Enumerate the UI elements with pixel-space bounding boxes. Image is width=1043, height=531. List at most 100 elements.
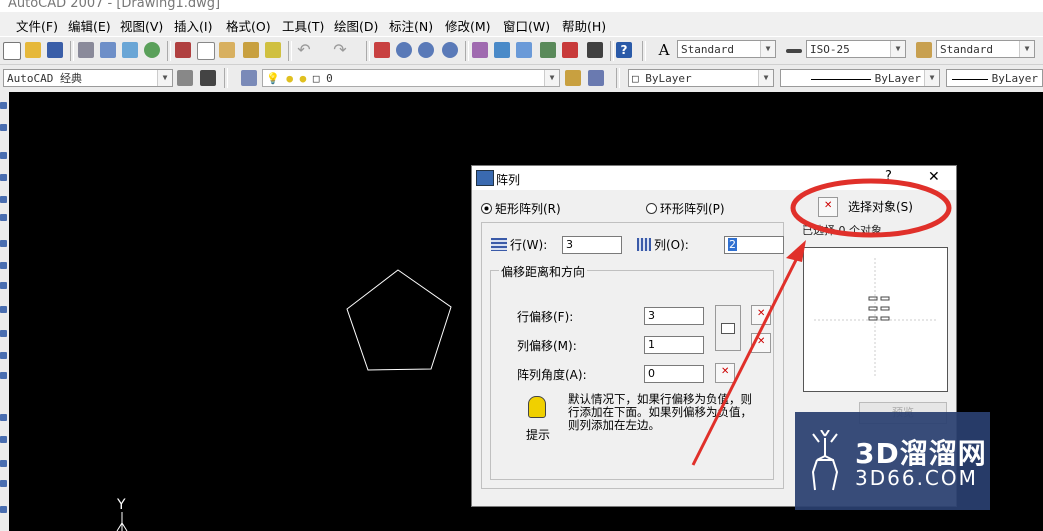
layer-manager-icon[interactable]	[241, 70, 257, 86]
calculator-icon[interactable]	[587, 42, 603, 58]
help-icon[interactable]: ?	[616, 42, 632, 58]
columns-icon	[637, 238, 651, 251]
lineweight-select[interactable]: ByLayer	[946, 69, 1043, 87]
table-style-icon	[916, 42, 932, 58]
zoom-realtime-icon[interactable]	[396, 42, 412, 58]
print-preview-icon[interactable]	[100, 42, 116, 58]
color-select[interactable]: □ ByLayer ▼	[628, 69, 774, 87]
ellipse-arc-icon[interactable]	[0, 330, 7, 337]
ellipse-icon[interactable]	[0, 306, 7, 313]
menu-modify[interactable]: 修改(M)	[445, 16, 491, 35]
insert-block-icon[interactable]	[0, 352, 7, 359]
pick-row-offset-button[interactable]: ✕	[751, 305, 771, 325]
point-icon[interactable]	[0, 414, 7, 421]
pick-both-offsets-button[interactable]	[715, 305, 741, 351]
menu-file[interactable]: 文件(F)	[16, 16, 58, 35]
copy-icon[interactable]	[197, 42, 215, 60]
select-objects-button[interactable]: ✕	[818, 197, 838, 217]
menu-insert[interactable]: 插入(I)	[174, 16, 212, 35]
array-parameters-group: 行(W): 3 列(O): 2 偏移距离和方向 行偏移(F): 3 列偏移(M)…	[481, 222, 784, 489]
arc-icon[interactable]	[0, 214, 7, 221]
table-style-select[interactable]: Standard ▼	[936, 40, 1035, 58]
pick-angle-button[interactable]: ✕	[715, 363, 735, 383]
zoom-window-icon[interactable]	[418, 42, 434, 58]
ucs-y-label: Y	[117, 497, 126, 513]
rectangle-icon[interactable]	[0, 196, 7, 203]
menu-format[interactable]: 格式(O)	[226, 16, 271, 35]
undo-icon[interactable]: ↶	[296, 42, 312, 58]
properties-icon[interactable]	[472, 42, 488, 58]
pan-icon[interactable]	[374, 42, 390, 58]
columns-input[interactable]: 2	[724, 236, 784, 254]
tip-text-line-3: 则列添加在左边。	[568, 418, 660, 432]
make-current-layer-icon[interactable]	[565, 70, 581, 86]
layer-previous-icon[interactable]	[588, 70, 604, 86]
dialog-close-button[interactable]: ✕	[928, 169, 940, 185]
revision-cloud-icon[interactable]	[0, 262, 7, 269]
properties-toolbar: AutoCAD 经典 ▼ 💡 ● ● □ 0 ▼ □ ByLayer ▼ ByLaye…	[0, 64, 1043, 92]
menu-window[interactable]: 窗口(W)	[503, 16, 550, 35]
open-file-icon[interactable]	[25, 42, 41, 58]
column-offset-input[interactable]: 1	[644, 336, 704, 354]
pick-column-offset-button[interactable]: ✕	[751, 333, 771, 353]
standard-toolbar: ↶ ↷ ? A Standard ▼ ISO-25 ▼ Standard ▼	[0, 36, 1043, 65]
layer-lock-icon: ●	[299, 72, 307, 85]
match-properties-icon[interactable]	[243, 42, 259, 58]
menu-bar: 文件(F) 编辑(E) 视图(V) 插入(I) 格式(O) 工具(T) 绘图(D…	[0, 12, 1043, 36]
rows-input[interactable]: 3	[562, 236, 622, 254]
spline-icon[interactable]	[0, 282, 7, 289]
layer-color-icon: □	[312, 72, 320, 85]
circle-icon[interactable]	[0, 240, 7, 247]
menu-edit[interactable]: 编辑(E)	[68, 16, 111, 35]
line-tool-icon[interactable]	[0, 102, 7, 109]
polar-array-label: 环形阵列(P)	[660, 202, 725, 216]
save-workspace-icon[interactable]	[200, 70, 216, 86]
zoom-previous-icon[interactable]	[442, 42, 458, 58]
menu-view[interactable]: 视图(V)	[120, 16, 163, 35]
menu-tools[interactable]: 工具(T)	[282, 16, 324, 35]
text-style-select[interactable]: Standard ▼	[677, 40, 776, 58]
polar-array-radio[interactable]	[646, 203, 657, 214]
dialog-help-button[interactable]: ?	[885, 169, 892, 184]
polyline-icon[interactable]	[0, 152, 7, 159]
design-center-icon[interactable]	[494, 42, 510, 58]
cut-icon[interactable]	[175, 42, 191, 58]
menu-help[interactable]: 帮助(H)	[562, 16, 606, 35]
preview-graphic	[814, 258, 937, 378]
layer-select[interactable]: 💡 ● ● □ 0 ▼	[262, 69, 560, 87]
menu-dimension[interactable]: 标注(N)	[389, 16, 433, 35]
multiline-text-icon[interactable]	[0, 506, 7, 513]
markup-icon[interactable]	[562, 42, 578, 58]
table-icon[interactable]	[0, 480, 7, 487]
dim-style-select[interactable]: ISO-25 ▼	[806, 40, 906, 58]
publish-icon[interactable]	[122, 42, 138, 58]
new-file-icon[interactable]	[3, 42, 21, 60]
workspace-settings-icon[interactable]	[177, 70, 193, 86]
sheet-set-icon[interactable]	[540, 42, 556, 58]
array-angle-input[interactable]: 0	[644, 365, 704, 383]
array-preview-box	[803, 247, 948, 392]
save-icon[interactable]	[47, 42, 63, 58]
block-editor-icon[interactable]	[265, 42, 281, 58]
row-offset-input[interactable]: 3	[644, 307, 704, 325]
make-block-icon[interactable]	[0, 372, 7, 379]
print-icon[interactable]	[78, 42, 94, 58]
region-icon[interactable]	[0, 460, 7, 467]
paste-icon[interactable]	[219, 42, 235, 58]
polygon-icon[interactable]	[0, 174, 7, 181]
column-offset-label: 列偏移(M):	[517, 339, 577, 353]
redo-icon[interactable]: ↷	[332, 42, 348, 58]
menu-draw[interactable]: 绘图(D)	[334, 16, 378, 35]
pick-both-offsets-icon	[721, 323, 735, 334]
tip-text: 默认情况下，如果行偏移为负值，则 行添加在下面。如果列偏移为负值， 则列添加在左…	[568, 393, 752, 432]
selected-count-text: 已选择 0 个对象	[802, 224, 882, 237]
publish-web-icon[interactable]	[144, 42, 160, 58]
rect-array-radio[interactable]	[481, 203, 492, 214]
pick-icon: ✕	[721, 366, 730, 377]
construction-line-icon[interactable]	[0, 124, 7, 131]
hatch-icon[interactable]	[0, 436, 7, 443]
workspace-select[interactable]: AutoCAD 经典 ▼	[3, 69, 173, 87]
tool-palettes-icon[interactable]	[516, 42, 532, 58]
rows-icon	[491, 238, 507, 251]
linetype-select[interactable]: ByLayer ▼	[780, 69, 940, 87]
